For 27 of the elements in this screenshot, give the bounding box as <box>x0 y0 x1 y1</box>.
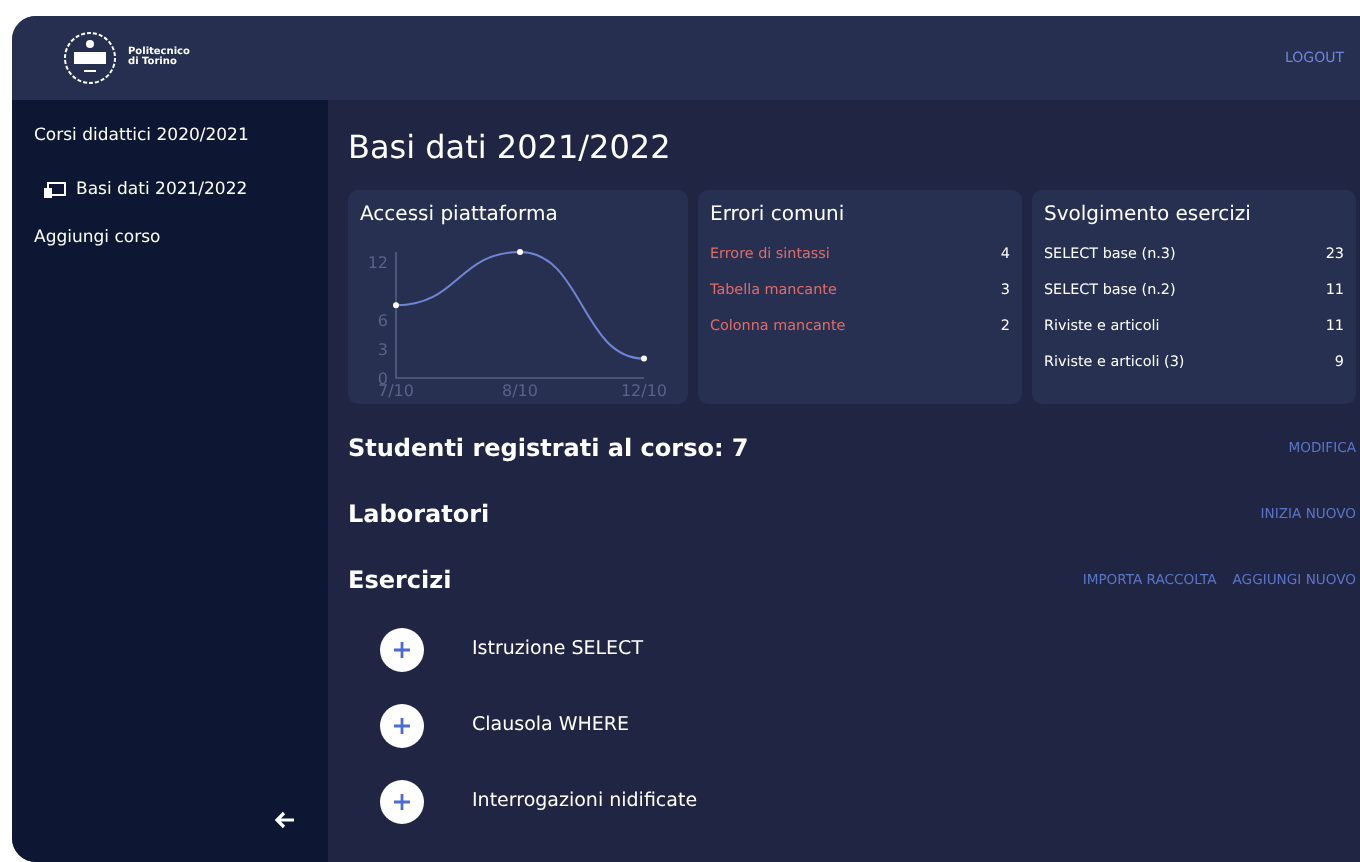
y-tick-label: 3 <box>377 341 388 360</box>
exercise-title: Istruzione SELECT <box>472 636 643 665</box>
university-seal-icon <box>60 30 120 86</box>
y-tick-label: 6 <box>377 312 388 331</box>
add-button[interactable] <box>380 628 424 673</box>
section-title: Esercizi <box>348 564 452 599</box>
sidebar-item[interactable]: Aggiungi corso <box>34 225 308 251</box>
sidebar-section-title: Corsi didattici 2020/2021 <box>34 124 251 150</box>
exercise-title: Interrogazioni nidificate <box>472 788 698 817</box>
plus-icon <box>394 642 410 659</box>
section-title: Studenti registrati al corso: 7 <box>348 432 749 467</box>
y-tick-label: 12 <box>367 254 388 273</box>
plus-icon <box>394 718 410 735</box>
page-title: Basi dati 2021/2022 <box>348 128 673 167</box>
card-title: Accessi piattaforma <box>360 202 560 231</box>
monitor-icon <box>44 181 66 200</box>
x-tick-label: 8/10 <box>502 382 538 401</box>
add-button[interactable] <box>380 704 424 749</box>
card-title: Svolgimento esercizi <box>1044 202 1253 231</box>
add-button[interactable] <box>380 780 424 825</box>
back-arrow-icon[interactable] <box>274 809 296 830</box>
exercise-title: Clausola WHERE <box>472 712 630 741</box>
section-title: Laboratori <box>348 498 490 533</box>
x-tick-label: 12/10 <box>620 382 668 401</box>
sidebar-item[interactable]: Basi dati 2021/2022 <box>44 177 308 203</box>
plus-icon <box>394 794 410 811</box>
card-title: Errori comuni <box>710 202 847 231</box>
